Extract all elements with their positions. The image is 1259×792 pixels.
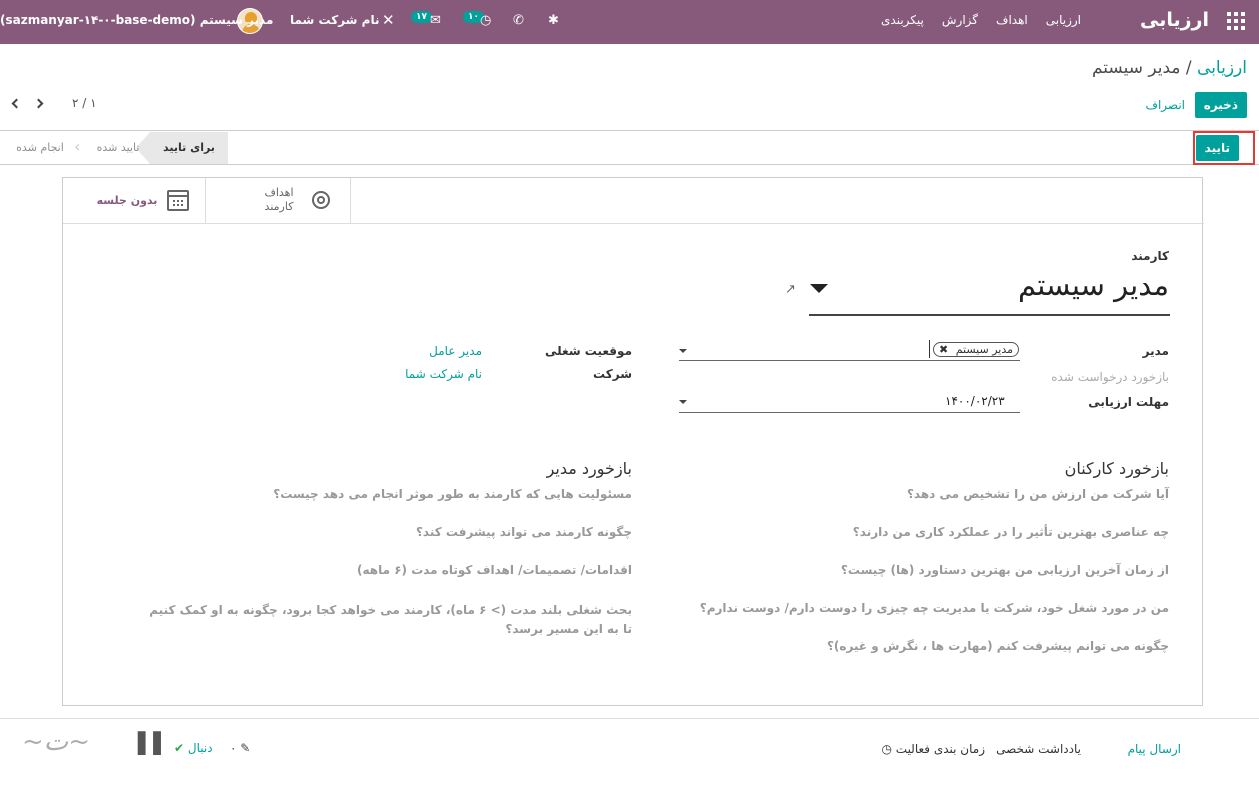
follow-label: دنبال <box>187 741 213 755</box>
paperclip-icon: ✎ <box>240 741 251 755</box>
job-position-label: موقعیت شغلی <box>545 344 632 358</box>
employee-name-field[interactable]: مدیر سیستم <box>1018 268 1169 302</box>
tag-remove-icon[interactable]: ✖ <box>939 343 948 356</box>
user-menu[interactable]: مدیر سیستم (sazmanyar-۱۴-۰-base-demo) <box>0 13 273 27</box>
breadcrumb-separator: / <box>1185 58 1192 78</box>
status-bar: تایید برای تایید تایید شده انجام شده ‹ <box>0 130 1259 165</box>
confirm-button[interactable]: تایید <box>1195 135 1239 161</box>
manager-feedback-q3[interactable]: اقدامات/ تصمیمات/ اهداف کوتاه مدت (۶ ماه… <box>357 563 632 577</box>
chat-icon[interactable]: ✉ <box>430 13 441 28</box>
manager-label: مدیر <box>1142 344 1169 358</box>
meeting-smart-button[interactable]: بدون جلسه <box>63 178 206 223</box>
employee-dropdown-icon[interactable] <box>810 284 828 293</box>
menu-item-configuration[interactable]: پیکربندی <box>881 13 924 27</box>
employee-label: کارمند <box>1131 249 1169 263</box>
external-link-icon[interactable]: ↗ <box>785 282 796 297</box>
menu-item-goals[interactable]: اهداف <box>996 13 1028 27</box>
company-label: شرکت <box>593 367 632 381</box>
employee-feedback-title: بازخورد کارکنان <box>1064 459 1169 478</box>
menu-item-appraisal[interactable]: ارزیابی <box>1046 13 1081 27</box>
deadline-label: مهلت ارزیابی <box>1088 395 1169 409</box>
log-note-button[interactable]: یادداشت شخصی <box>996 742 1081 756</box>
manager-field[interactable] <box>679 360 1020 361</box>
text-cursor <box>929 340 930 358</box>
breadcrumb-root[interactable]: ارزیابی <box>1197 58 1247 78</box>
check-icon: ✔ <box>174 741 185 755</box>
pager-value[interactable]: ۲ / ۱ <box>72 96 97 110</box>
manager-tag: مدیر سیستم ✖ <box>933 342 1020 357</box>
deadline-dropdown-icon[interactable] <box>679 400 687 404</box>
manager-dropdown-icon[interactable] <box>679 349 687 353</box>
schedule-activity-label: زمان بندی فعالیت <box>895 742 985 756</box>
phone-icon[interactable]: ✆ <box>513 13 524 28</box>
company-switcher[interactable]: نام شرکت شما <box>290 13 379 27</box>
tools-icon[interactable]: ✕ <box>382 11 395 29</box>
goals-label-line2: کارمند <box>264 200 294 213</box>
attachment-count[interactable]: ۰ ✎ <box>230 741 250 755</box>
target-icon <box>312 191 330 209</box>
chatter: ارسال پیام یادداشت شخصی زمان بندی فعالیت… <box>0 718 1259 792</box>
calendar-icon <box>167 190 189 211</box>
manager-feedback-q2[interactable]: چگونه کارمند می تواند پیشرفت کند؟ <box>416 525 632 539</box>
send-message-button[interactable]: ارسال پیام <box>1128 742 1181 756</box>
systray: ✱ ✆ ۱۰ ◷ ۱۷ ✉ ✕ نام شرکت شما مدیر سیستم … <box>0 0 580 44</box>
messages-badge[interactable]: ۱۷ <box>411 11 432 23</box>
employee-feedback-q2[interactable]: چه عناصری بهترین تأثیر را در عملکرد کاری… <box>853 525 1169 539</box>
deadline-field[interactable] <box>679 412 1020 413</box>
control-panel: ارزیابی / مدیر سیستم ذخیره انصراف ۲ / ۱ <box>0 44 1259 130</box>
watermark-logo: ~ت~ <box>22 727 91 757</box>
stage-done[interactable]: انجام شده <box>10 132 70 164</box>
meeting-label: بدون جلسه <box>96 194 158 207</box>
main-menu: ارزیابی اهداف گزارش پیکربندی <box>881 13 1081 27</box>
employee-feedback-q1[interactable]: آیا شرکت من ارزش من را تشخیص می دهد؟ <box>907 487 1169 501</box>
manager-feedback-title: بازخورد مدیر <box>546 459 632 478</box>
clock-icon: ◷ <box>881 742 892 756</box>
manager-feedback-q1[interactable]: مسئولیت هایی که کارمند به طور موثر انجام… <box>273 487 632 501</box>
form-sheet: اهداف کارمند بدون جلسه کارمند مدیر سیستم… <box>62 177 1204 706</box>
breadcrumb-current: مدیر سیستم <box>1091 58 1181 78</box>
employee-field-underline <box>809 314 1170 316</box>
save-button[interactable]: ذخیره <box>1194 92 1247 118</box>
schedule-activity-button[interactable]: زمان بندی فعالیت ◷ <box>881 742 985 756</box>
smart-button-box: اهداف کارمند بدون جلسه <box>63 178 1204 224</box>
stage-confirmed[interactable]: تایید شده <box>88 132 148 164</box>
top-navbar: ارزیابی ارزیابی اهداف گزارش پیکربندی ✱ ✆… <box>0 0 1259 44</box>
stage-arrow: ‹ <box>74 137 81 156</box>
attachment-count-value: ۰ <box>230 741 237 755</box>
apps-grid-icon[interactable] <box>1227 12 1245 30</box>
company-value[interactable]: نام شرکت شما <box>405 367 482 381</box>
menu-item-reporting[interactable]: گزارش <box>942 13 978 27</box>
goals-smart-button[interactable]: اهداف کارمند <box>206 178 351 223</box>
manager-feedback-q4[interactable]: بحث شغلی بلند مدت (> ۶ ماه)، کارمند می خ… <box>142 601 632 639</box>
discard-button[interactable]: انصراف <box>1146 98 1185 112</box>
employee-feedback-q4[interactable]: من در مورد شغل خود، شرکت یا مدیریت چه چی… <box>700 601 1169 615</box>
breadcrumb: ارزیابی / مدیر سیستم <box>1092 58 1247 78</box>
pager-previous-icon[interactable] <box>10 98 24 112</box>
follow-button[interactable]: ✔ دنبال <box>174 741 213 755</box>
stage-to-confirm[interactable]: برای تایید <box>136 132 228 164</box>
deadline-value[interactable]: ۱۴۰۰/۰۲/۲۳ <box>945 394 1005 408</box>
pager-next-icon[interactable] <box>33 98 48 112</box>
followers-icon[interactable]: ▌▌ <box>138 731 169 755</box>
goals-label-line1: اهداف <box>264 186 294 199</box>
clock-icon[interactable]: ◷ <box>480 13 491 28</box>
manager-tag-label: مدیر سیستم <box>955 343 1014 356</box>
job-position-value[interactable]: مدیر عامل <box>429 344 482 358</box>
app-brand[interactable]: ارزیابی <box>1140 9 1209 31</box>
employee-feedback-q5[interactable]: چگونه می توانم پیشرفت کنم (مهارت ها ، نگ… <box>827 639 1169 653</box>
employee-feedback-q3[interactable]: از زمان آخرین ارزیابی من بهترین دستاورد … <box>841 563 1169 577</box>
bug-icon[interactable]: ✱ <box>548 13 559 28</box>
feedback-requested-label: بازخورد درخواست شده <box>1051 370 1169 384</box>
